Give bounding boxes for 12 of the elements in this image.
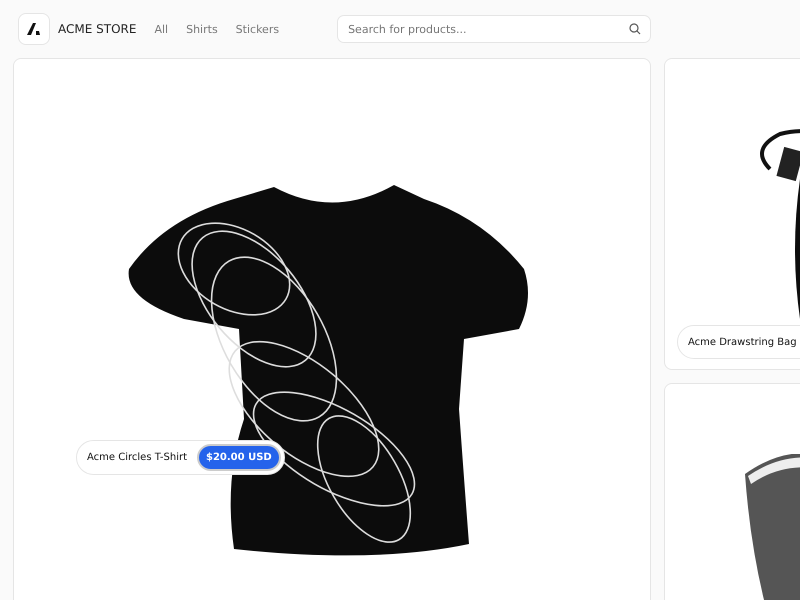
store-name[interactable]: ACME STORE bbox=[58, 22, 136, 36]
search-icon[interactable] bbox=[629, 23, 642, 35]
product-card[interactable]: Acme Drawstring Bag bbox=[664, 58, 800, 370]
product-name: Acme Circles T-Shirt bbox=[87, 452, 187, 463]
nav-link[interactable]: All bbox=[154, 22, 168, 36]
nav-link[interactable]: Stickers bbox=[236, 22, 280, 36]
product-card[interactable]: Acme Circles T-Shirt $20.00 USD bbox=[13, 58, 651, 600]
price-badge: $20.00 USD bbox=[197, 444, 281, 471]
search-field[interactable]: Search for products... bbox=[337, 15, 652, 43]
logo-icon[interactable] bbox=[18, 13, 50, 45]
nav-link[interactable]: Shirts bbox=[186, 22, 218, 36]
product-name: Acme Drawstring Bag bbox=[688, 336, 797, 348]
